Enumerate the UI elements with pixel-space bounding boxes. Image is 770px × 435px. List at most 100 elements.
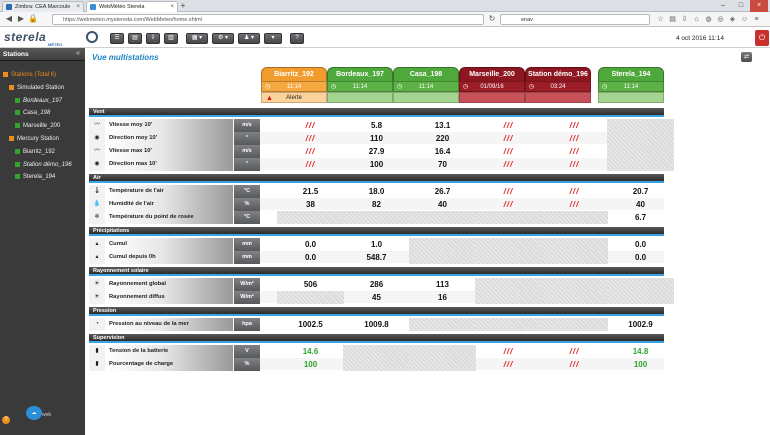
measure-value[interactable]: 16 [409, 291, 476, 304]
measure-value[interactable]: /// [277, 158, 344, 171]
measure-value[interactable]: /// [541, 345, 608, 358]
star-icon[interactable]: ☆ [656, 15, 665, 24]
measure-value[interactable]: 20.7 [607, 185, 674, 198]
collapse-sidebar-icon[interactable]: « [76, 50, 80, 57]
measure-value[interactable]: /// [475, 345, 542, 358]
measure-value[interactable] [607, 291, 674, 304]
measure-value[interactable] [475, 238, 542, 251]
sidebar-tree-item[interactable]: Station démo_196 [15, 161, 72, 169]
measure-value[interactable]: /// [541, 158, 608, 171]
measure-value[interactable]: 100 [277, 358, 344, 371]
measure-value[interactable]: /// [475, 158, 542, 171]
measure-value[interactable]: 100 [343, 158, 410, 171]
list-view-button[interactable]: ☰ [110, 33, 124, 44]
measure-value[interactable]: 27.9 [343, 145, 410, 158]
measure-value[interactable]: /// [277, 132, 344, 145]
station-name[interactable]: Marseille_200 [459, 67, 525, 81]
measure-value[interactable]: /// [541, 132, 608, 145]
measure-value[interactable] [343, 211, 410, 224]
sidebar-tree-item[interactable]: Biarritz_192 [15, 148, 55, 156]
measure-value[interactable] [409, 211, 476, 224]
measure-value[interactable] [475, 251, 542, 264]
measure-value[interactable]: 14.6 [277, 345, 344, 358]
chart-view-button[interactable]: ▥ [164, 33, 178, 44]
measure-value[interactable]: /// [475, 185, 542, 198]
measure-value[interactable]: 110 [343, 132, 410, 145]
measure-value[interactable]: 113 [409, 278, 476, 291]
measure-value[interactable] [409, 251, 476, 264]
reading-list-icon[interactable]: ▤ [668, 15, 677, 24]
download-icon[interactable]: ⇩ [680, 15, 689, 24]
sidebar-tree-item[interactable]: Simulated Station [9, 84, 64, 92]
measure-value[interactable] [607, 278, 674, 291]
measure-value[interactable]: 6.7 [607, 211, 674, 224]
measure-value[interactable]: /// [541, 198, 608, 211]
measure-value[interactable]: /// [475, 119, 542, 132]
measure-value[interactable] [343, 358, 410, 371]
measure-value[interactable] [607, 119, 674, 132]
measure-value[interactable]: 0.0 [607, 238, 674, 251]
menu-icon[interactable]: ≡ [752, 15, 761, 24]
measure-value[interactable]: 82 [343, 198, 410, 211]
measure-value[interactable] [607, 158, 674, 171]
browser-search-input[interactable]: enav [500, 14, 650, 25]
measure-value[interactable] [541, 318, 608, 331]
measure-value[interactable] [475, 318, 542, 331]
measure-value[interactable]: /// [475, 132, 542, 145]
measure-value[interactable] [475, 211, 542, 224]
measure-value[interactable] [409, 345, 476, 358]
settings-menu-button[interactable]: ⚙ ▾ [212, 33, 234, 44]
station-name[interactable]: Biarritz_192 [261, 67, 327, 81]
measure-value[interactable] [409, 358, 476, 371]
measure-value[interactable]: 220 [409, 132, 476, 145]
measure-value[interactable]: 0.0 [277, 238, 344, 251]
measure-value[interactable]: 1002.5 [277, 318, 344, 331]
station-name[interactable]: Station démo_196 [525, 67, 591, 81]
sidebar-tree-item[interactable]: Marseille_200 [15, 122, 60, 130]
maximize-icon[interactable]: □ [732, 0, 750, 12]
new-tab-button[interactable]: + [178, 1, 188, 11]
measure-value[interactable] [409, 318, 476, 331]
sidebar-tree-item[interactable]: Sterela_194 [15, 173, 55, 181]
help-icon[interactable]: ? [2, 416, 10, 424]
station-name[interactable]: Bordeaux_197 [327, 67, 393, 81]
measure-value[interactable] [541, 291, 608, 304]
measure-value[interactable]: /// [541, 185, 608, 198]
sidebar-tree-item[interactable]: Mercury Station [9, 135, 59, 143]
station-name[interactable]: Casa_198 [393, 67, 459, 81]
sidebar-tree-item[interactable]: Casa_198 [15, 109, 50, 117]
measure-value[interactable]: 1.0 [343, 238, 410, 251]
measure-value[interactable]: 13.1 [409, 119, 476, 132]
sidebar-tree-item[interactable]: Stations (Total 6) [3, 71, 56, 79]
table-view-button[interactable]: ▤ [128, 33, 142, 44]
measure-value[interactable] [475, 278, 542, 291]
measure-value[interactable] [541, 278, 608, 291]
measure-value[interactable]: 1009.8 [343, 318, 410, 331]
export-button[interactable]: ⇩ [146, 33, 160, 44]
measure-value[interactable] [607, 132, 674, 145]
close-tab-icon[interactable]: × [170, 2, 174, 12]
close-tab-icon[interactable]: × [76, 2, 80, 12]
url-bar[interactable]: https://webmeteo.mystereda.com/WebMeteo/… [52, 14, 484, 25]
measure-value[interactable]: 26.7 [409, 185, 476, 198]
measure-value[interactable]: 38 [277, 198, 344, 211]
measure-value[interactable]: 14.8 [607, 345, 674, 358]
browser-tab-webmeteo[interactable]: WebMétéo Sterela × [86, 1, 178, 12]
station-column-header[interactable]: Sterela_194 ◷ 11:14 [598, 67, 664, 107]
measure-value[interactable]: 40 [409, 198, 476, 211]
measure-value[interactable]: 40 [607, 198, 674, 211]
measure-value[interactable]: 45 [343, 291, 410, 304]
back-arrow-icon[interactable]: ◀ [4, 14, 14, 24]
reload-icon[interactable]: ↻ [487, 14, 497, 24]
measure-value[interactable] [343, 345, 410, 358]
home-icon[interactable]: ⌂ [692, 15, 701, 24]
measure-value[interactable]: /// [475, 358, 542, 371]
firefox-account-icon[interactable]: ◎ [716, 15, 725, 24]
measure-value[interactable]: /// [277, 119, 344, 132]
station-column-header[interactable]: Station démo_196 ◷ 03:24 [525, 67, 591, 107]
measure-value[interactable]: 70 [409, 158, 476, 171]
measure-value[interactable]: 548.7 [343, 251, 410, 264]
measure-value[interactable] [277, 211, 344, 224]
station-column-header[interactable]: Bordeaux_197 ◷ 11:14 [327, 67, 393, 107]
addon-icon[interactable]: ◈ [728, 15, 737, 24]
